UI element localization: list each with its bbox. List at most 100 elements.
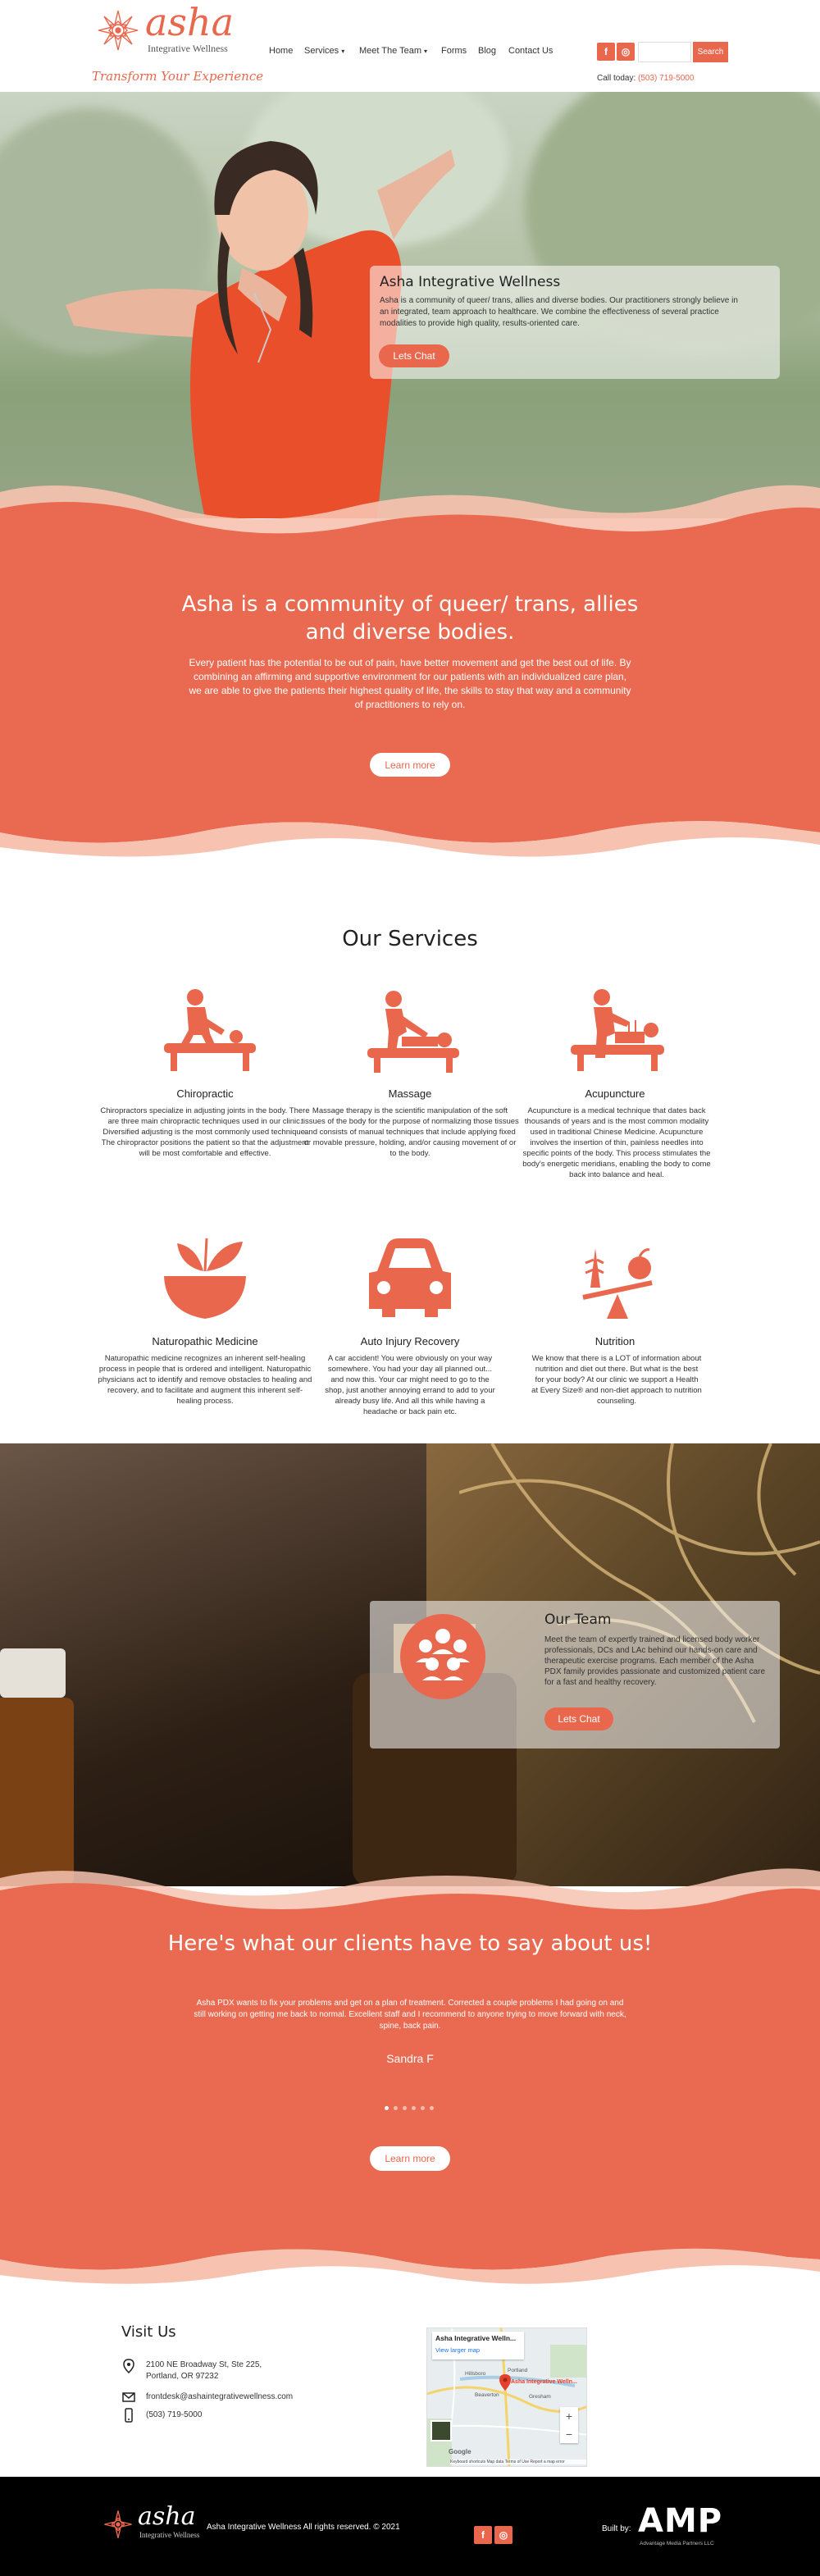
map-pin-label: Asha Integrative Welln... xyxy=(511,2379,577,2385)
map-pin-icon xyxy=(123,2359,134,2373)
nutrition-scale-icon xyxy=(582,1248,653,1319)
wave-divider xyxy=(0,1868,820,1919)
tagline: Transform Your Experience xyxy=(92,69,264,84)
testimonials-section xyxy=(0,1911,820,2255)
nav-team-label: Meet The Team xyxy=(359,46,422,56)
map-pin-icon[interactable] xyxy=(499,2374,511,2391)
map-view-larger-link[interactable]: View larger map xyxy=(435,2346,480,2354)
map-town-label: Beaverton xyxy=(475,2392,499,2398)
facebook-icon[interactable]: f xyxy=(597,43,615,61)
footer-instagram-icon[interactable]: ◎ xyxy=(494,2526,512,2544)
nav-services[interactable]: Services ▾ xyxy=(304,46,344,56)
team-people-icon xyxy=(400,1614,485,1699)
service-name: Chiropractic xyxy=(176,1087,234,1100)
hero-text: Asha is a community of queer/ trans, all… xyxy=(380,296,738,328)
site-footer: asha Integrative Wellness Asha Integrati… xyxy=(0,2477,820,2576)
slider-dot[interactable] xyxy=(421,2106,425,2110)
nav-forms[interactable]: Forms xyxy=(441,46,467,56)
map-town-label: Hillsboro xyxy=(465,2371,486,2377)
community-text: Every patient has the potential to be ou… xyxy=(189,657,631,710)
map-report-error[interactable]: Report a map error xyxy=(531,2460,565,2464)
slider-dot[interactable] xyxy=(403,2106,407,2110)
built-by-label: Built by: xyxy=(602,2524,631,2533)
footer-logo-wordmark: asha xyxy=(138,2502,196,2531)
team-text: Meet the team of expertly trained and li… xyxy=(544,1635,766,1687)
acupuncture-icon xyxy=(571,989,664,1071)
team-title: Our Team xyxy=(544,1612,612,1628)
chiropractic-icon xyxy=(164,989,256,1071)
slider-dot[interactable] xyxy=(430,2106,434,2110)
address-line-1: 2100 NE Broadway St, Ste 225, xyxy=(146,2360,262,2369)
team-lets-chat-button[interactable]: Lets Chat xyxy=(544,1707,613,1730)
call-today: Call today: (503) 719-5000 xyxy=(597,74,694,83)
community-heading: Asha is a community of queer/ trans, all… xyxy=(181,592,639,645)
search-button[interactable]: Search xyxy=(693,42,728,62)
map-satellite-toggle[interactable] xyxy=(430,2420,452,2442)
community-learn-more-button[interactable]: Learn more xyxy=(370,753,450,777)
testimonials-learn-more-button[interactable]: Learn more xyxy=(370,2146,450,2171)
search-input[interactable] xyxy=(638,42,691,62)
hero-section: Asha Integrative Wellness Asha is a comm… xyxy=(0,92,820,518)
service-name: Nutrition xyxy=(594,1335,636,1347)
email-icon xyxy=(122,2392,135,2402)
zoom-in-button[interactable]: + xyxy=(560,2407,578,2425)
email-link[interactable]: frontdesk@ashaintegrativewellness.com xyxy=(146,2391,293,2403)
massage-icon xyxy=(367,991,459,1073)
map-zoom-control: + − xyxy=(560,2407,578,2443)
hero-title: Asha Integrative Wellness xyxy=(380,274,561,290)
map-place-name: Asha Integrative Welln... xyxy=(435,2334,517,2342)
site-header: asha Integrative Wellness Transform Your… xyxy=(0,0,820,92)
phone-icon xyxy=(125,2408,133,2423)
call-label: Call today: xyxy=(597,74,636,83)
map-data[interactable]: Map data xyxy=(486,2460,503,2464)
phone-link[interactable]: (503) 719-5000 xyxy=(146,2410,202,2421)
testimonials-heading: Here's what our clients have to say abou… xyxy=(167,1931,653,1956)
footer-logo-subtitle: Integrative Wellness xyxy=(139,2531,200,2539)
zoom-out-button[interactable]: − xyxy=(560,2425,578,2443)
chevron-down-icon: ▾ xyxy=(341,48,345,55)
slider-dot[interactable] xyxy=(412,2106,416,2110)
hero-lets-chat-button[interactable]: Lets Chat xyxy=(379,344,449,367)
wave-divider xyxy=(0,2239,820,2284)
instagram-icon[interactable]: ◎ xyxy=(617,43,635,61)
amp-subtitle: Advantage Media Partners LLC xyxy=(640,2541,714,2546)
service-name: Massage xyxy=(388,1087,432,1100)
embedded-map[interactable]: Asha Integrative Welln... View larger ma… xyxy=(426,2328,587,2467)
services-title: Our Services xyxy=(342,927,478,951)
google-logo: Google xyxy=(449,2448,472,2455)
testimonial-author: Sandra F xyxy=(386,2052,434,2065)
service-desc: Naturopathic medicine recognizes an inhe… xyxy=(98,1354,312,1406)
car-icon xyxy=(369,1238,451,1317)
copyright: Asha Integrative Wellness All rights res… xyxy=(207,2523,400,2532)
page: asha Integrative Wellness Transform Your… xyxy=(0,0,820,2576)
service-desc: Massage therapy is the scientific manipu… xyxy=(301,1106,519,1158)
service-desc: Acupuncture is a medical technique that … xyxy=(522,1106,711,1179)
nav-blog[interactable]: Blog xyxy=(478,46,496,56)
logo-wordmark[interactable]: asha xyxy=(145,3,234,41)
service-desc: Chiropractors specialize in adjusting jo… xyxy=(100,1106,310,1158)
visit-title: Visit Us xyxy=(121,2323,176,2341)
nav-contact-us[interactable]: Contact Us xyxy=(508,46,553,56)
testimonial-quote: Asha PDX wants to fix your problems and … xyxy=(194,1999,626,2031)
call-phone-link[interactable]: (503) 719-5000 xyxy=(638,74,694,83)
footer-facebook-icon[interactable]: f xyxy=(474,2526,492,2544)
nav-services-label: Services xyxy=(304,46,339,56)
mortar-leaves-icon xyxy=(164,1238,246,1319)
slider-dot-active[interactable] xyxy=(385,2106,389,2110)
nav-meet-the-team[interactable]: Meet The Team ▾ xyxy=(359,46,427,56)
mandala-logo-icon[interactable] xyxy=(102,2508,134,2541)
amp-logo[interactable]: AMP xyxy=(638,2505,722,2537)
service-desc: We know that there is a LOT of informati… xyxy=(531,1354,702,1406)
logo-subtitle: Integrative Wellness xyxy=(148,43,228,54)
map-terms[interactable]: Terms of Use xyxy=(505,2460,529,2464)
map-attribution: Keyboard shortcuts Map data Terms of Use… xyxy=(450,2460,586,2464)
slider-dot[interactable] xyxy=(394,2106,398,2110)
mandala-logo-icon[interactable] xyxy=(94,7,142,54)
map-keyboard-shortcuts[interactable]: Keyboard shortcuts xyxy=(450,2460,485,2464)
service-desc: A car accident! You were obviously on yo… xyxy=(325,1354,495,1416)
nav-home[interactable]: Home xyxy=(269,46,293,56)
service-name: Naturopathic Medicine xyxy=(152,1335,258,1347)
map-town-label: Gresham xyxy=(529,2394,551,2400)
service-name: Auto Injury Recovery xyxy=(360,1335,460,1347)
address-line-2: Portland, OR 97232 xyxy=(146,2372,219,2381)
